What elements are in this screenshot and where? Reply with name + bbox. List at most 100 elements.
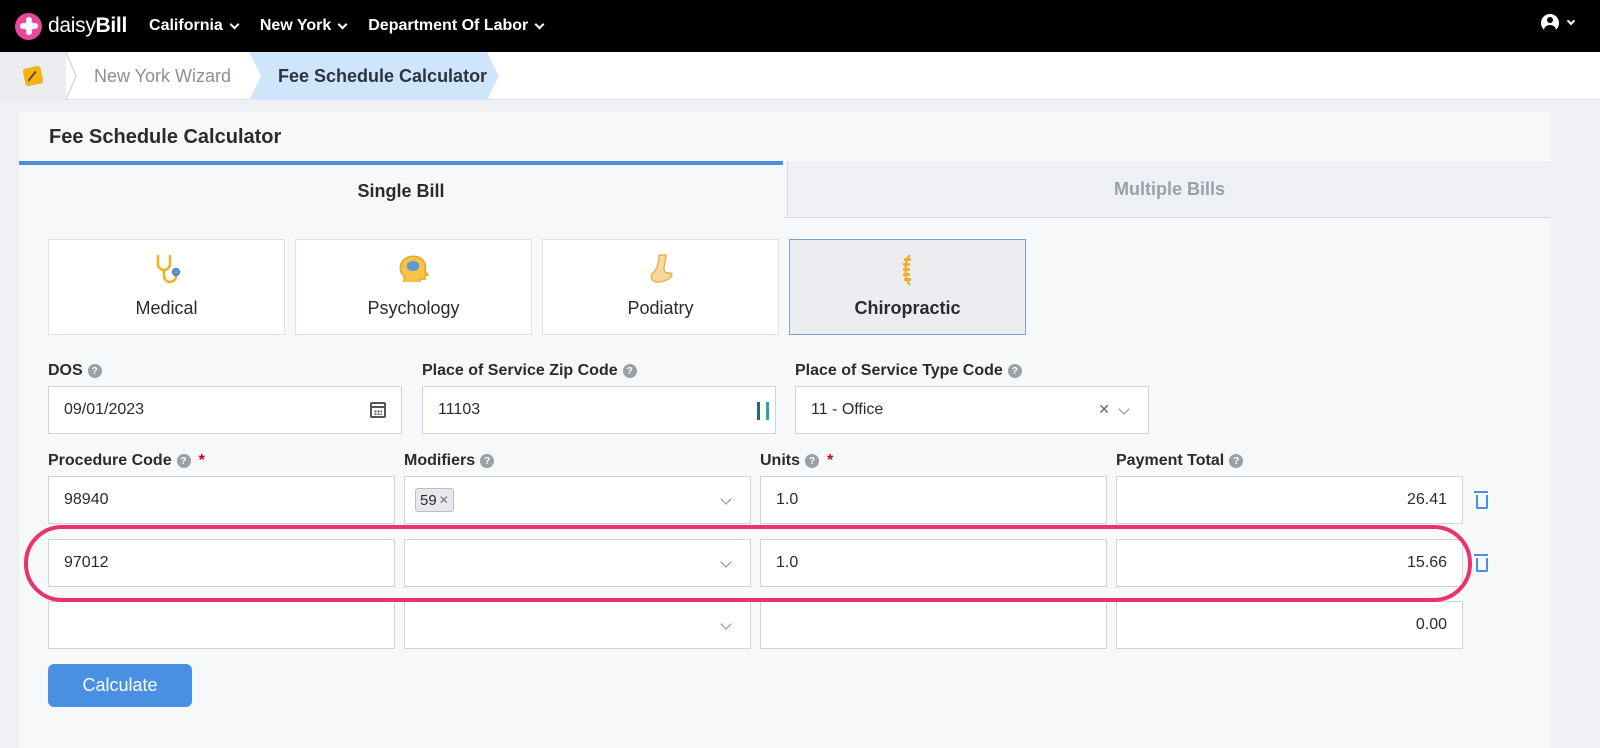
- nav-department-of-labor[interactable]: Department Of Labor: [368, 17, 545, 35]
- specialty-label: Chiropractic: [854, 298, 961, 318]
- logo-text-light: daisy: [48, 14, 96, 37]
- dos-label: DOS ?: [48, 362, 102, 380]
- pos-type-label-text: Place of Service Type Code: [795, 362, 1003, 379]
- procedure-code-input[interactable]: 97012: [48, 539, 395, 587]
- nav-label: New York: [259, 17, 332, 34]
- required-marker: *: [827, 452, 834, 469]
- payment-value: 26.41: [1406, 491, 1447, 508]
- chevron-down-icon: [1566, 16, 1576, 26]
- user-icon: [1541, 14, 1559, 32]
- trash-icon[interactable]: [1473, 491, 1489, 509]
- stethoscope-icon: [156, 254, 180, 284]
- zip-value: 11103: [438, 401, 481, 418]
- help-icon[interactable]: ?: [480, 454, 495, 468]
- chevron-down-icon: [229, 19, 240, 29]
- help-icon[interactable]: ?: [176, 454, 191, 468]
- dos-input[interactable]: 09/01/2023: [48, 386, 402, 434]
- help-icon[interactable]: ?: [805, 454, 819, 468]
- calculate-button[interactable]: Calculate: [48, 664, 192, 707]
- procedure-header-text: Procedure Code: [48, 452, 172, 469]
- calendar-icon[interactable]: [370, 402, 386, 418]
- chevron-down-icon: [337, 19, 348, 29]
- payment-total-field: 15.66: [1116, 539, 1463, 587]
- procedure-code-input[interactable]: 98940: [48, 476, 395, 524]
- breadcrumb-new-york-wizard[interactable]: New York Wizard: [94, 52, 231, 100]
- extension-icon: [757, 402, 769, 420]
- procedure-code-input[interactable]: [48, 601, 395, 649]
- brain-icon: [399, 255, 429, 282]
- calculator-card: Fee Schedule Calculator Single Bill Mult…: [19, 112, 1551, 748]
- top-nav: daisyBill California New York Department…: [0, 0, 1600, 52]
- units-input[interactable]: [760, 601, 1107, 649]
- chevron-down-icon[interactable]: [1118, 403, 1130, 415]
- trash-icon[interactable]: [1473, 554, 1489, 572]
- payment-total-field: 26.41: [1116, 476, 1463, 524]
- modifiers-select[interactable]: 59 ✕: [404, 476, 751, 524]
- payment-header-text: Payment Total: [1116, 452, 1225, 469]
- procedure-value: 98940: [64, 491, 109, 508]
- nav-label: California: [149, 17, 223, 34]
- breadcrumb-separator-icon: [65, 52, 77, 100]
- modifier-tag: 59 ✕: [415, 488, 454, 512]
- chevron-down-icon[interactable]: [720, 493, 732, 505]
- modifiers-header-text: Modifiers: [404, 452, 476, 469]
- specialty-label: Psychology: [367, 298, 460, 318]
- modifier-tag-label: 59: [420, 491, 437, 509]
- pos-type-label: Place of Service Type Code ?: [795, 362, 1022, 380]
- page-title: Fee Schedule Calculator: [49, 126, 282, 148]
- specialty-chiropractic[interactable]: Chiropractic: [789, 239, 1026, 335]
- zip-input[interactable]: 11103: [422, 386, 776, 434]
- chevron-down-icon[interactable]: [720, 556, 732, 568]
- breadcrumb: New York Wizard Fee Schedule Calculator: [0, 52, 1600, 100]
- tab-divider: [783, 217, 1551, 218]
- units-value: 1.0: [776, 491, 799, 508]
- required-marker: *: [198, 452, 205, 469]
- pos-type-select[interactable]: 11 - Office ✕: [795, 386, 1149, 434]
- payment-total-field: 0.00: [1116, 601, 1463, 649]
- zip-label-text: Place of Service Zip Code: [422, 362, 618, 379]
- nav-california[interactable]: California: [149, 17, 240, 35]
- help-icon[interactable]: ?: [1007, 364, 1022, 378]
- units-header-text: Units: [760, 452, 800, 469]
- nav-new-york[interactable]: New York: [259, 17, 348, 35]
- tab-single-bill[interactable]: Single Bill: [19, 161, 783, 218]
- dos-label-text: DOS: [48, 362, 83, 379]
- help-icon[interactable]: ?: [87, 364, 102, 378]
- remove-tag-icon[interactable]: ✕: [439, 493, 449, 507]
- pos-type-value: 11 - Office: [811, 401, 884, 418]
- units-input[interactable]: 1.0: [760, 476, 1107, 524]
- modifiers-select[interactable]: [404, 601, 751, 649]
- specialty-label: Medical: [135, 298, 198, 318]
- specialty-psychology[interactable]: Psychology: [295, 239, 532, 335]
- dos-value: 09/01/2023: [64, 401, 145, 418]
- logo-text-bold: Bill: [95, 14, 128, 37]
- payment-value: 15.66: [1406, 554, 1447, 571]
- units-value: 1.0: [776, 554, 799, 571]
- foot-icon: [650, 254, 673, 283]
- procedure-value: 97012: [64, 554, 109, 571]
- chevron-down-icon[interactable]: [720, 618, 732, 630]
- help-icon[interactable]: ?: [622, 364, 637, 378]
- specialty-label: Podiatry: [627, 298, 694, 318]
- user-menu[interactable]: [1541, 14, 1576, 32]
- wizard-wand-icon: [22, 65, 44, 87]
- units-input[interactable]: 1.0: [760, 539, 1107, 587]
- breadcrumb-current: Fee Schedule Calculator: [249, 52, 499, 100]
- units-header: Units ? *: [760, 452, 833, 470]
- payment-total-header: Payment Total ?: [1116, 452, 1244, 470]
- modifiers-select[interactable]: [404, 539, 751, 587]
- procedure-code-header: Procedure Code ? *: [48, 452, 205, 470]
- modifiers-header: Modifiers ?: [404, 452, 495, 470]
- specialty-podiatry[interactable]: Podiatry: [542, 239, 779, 335]
- flower-logo-icon: [15, 12, 42, 40]
- chevron-down-icon: [534, 19, 545, 29]
- payment-value: 0.00: [1415, 616, 1447, 633]
- help-icon[interactable]: ?: [1229, 454, 1244, 468]
- specialty-medical[interactable]: Medical: [48, 239, 285, 335]
- tab-multiple-bills[interactable]: Multiple Bills: [787, 161, 1551, 218]
- clear-icon[interactable]: ✕: [1098, 401, 1110, 418]
- daisybill-logo[interactable]: daisyBill: [15, 0, 127, 52]
- spine-icon: [902, 254, 911, 286]
- nav-label: Department Of Labor: [368, 17, 529, 34]
- breadcrumb-home[interactable]: [0, 52, 66, 100]
